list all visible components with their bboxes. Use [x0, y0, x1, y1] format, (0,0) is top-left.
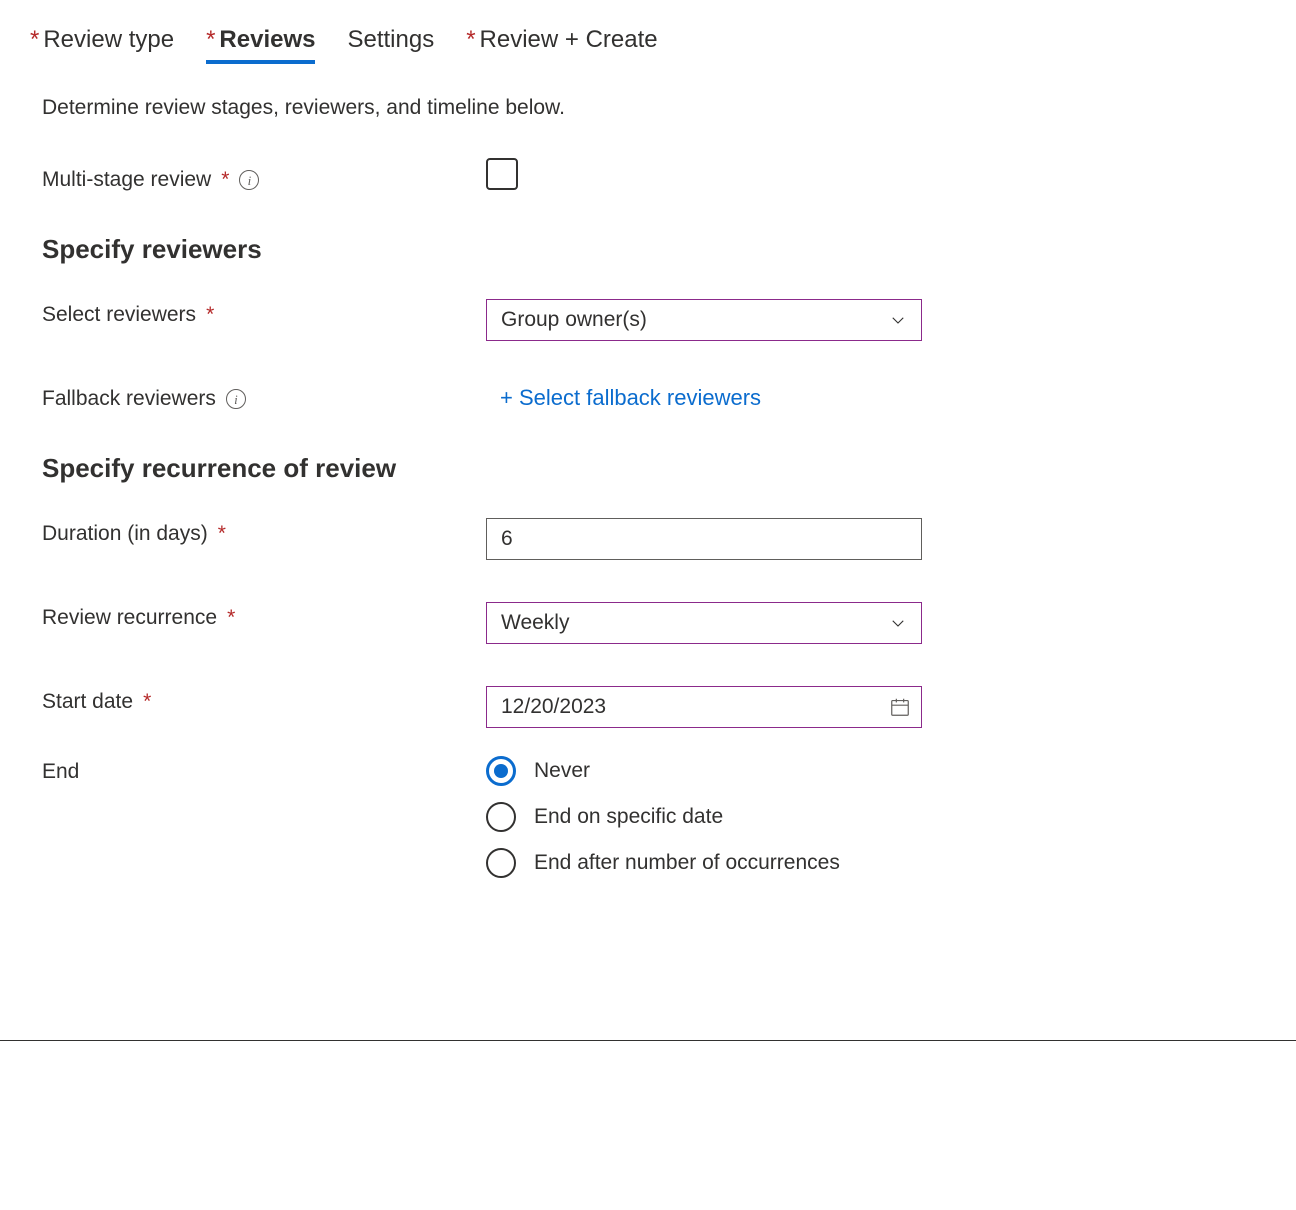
section-heading-recurrence: Specify recurrence of review — [42, 453, 1256, 484]
select-reviewers-dropdown[interactable]: Group owner(s) — [486, 299, 922, 341]
multi-stage-checkbox[interactable] — [486, 158, 518, 190]
duration-input-wrap — [486, 518, 922, 560]
radio-label: End after number of occurrences — [534, 851, 840, 875]
tab-reviews[interactable]: * Reviews — [206, 26, 315, 62]
fallback-reviewers-label: Fallback reviewers i — [42, 383, 486, 411]
page-description: Determine review stages, reviewers, and … — [42, 96, 1256, 120]
required-asterisk: * — [30, 26, 39, 54]
end-label: End — [42, 756, 486, 784]
required-asterisk: * — [206, 303, 214, 327]
radio-button-icon — [486, 848, 516, 878]
tab-label: Reviews — [219, 26, 315, 54]
required-asterisk: * — [143, 690, 151, 714]
info-icon[interactable]: i — [226, 389, 246, 409]
chevron-down-icon — [889, 311, 907, 329]
duration-label: Duration (in days) * — [42, 518, 486, 546]
required-asterisk: * — [227, 606, 235, 630]
required-asterisk: * — [466, 26, 475, 54]
recurrence-dropdown[interactable]: Weekly — [486, 602, 922, 644]
radio-end-never[interactable]: Never — [486, 756, 1256, 786]
select-reviewers-label: Select reviewers * — [42, 299, 486, 327]
select-value: Group owner(s) — [501, 308, 647, 332]
radio-button-icon — [486, 756, 516, 786]
tabs-bar: * Review type * Reviews Settings * Revie… — [30, 26, 1256, 62]
select-fallback-reviewers-link[interactable]: + Select fallback reviewers — [500, 383, 1256, 411]
tab-label: Review + Create — [480, 26, 658, 54]
radio-label: Never — [534, 759, 590, 783]
info-icon[interactable]: i — [239, 170, 259, 190]
tab-review-type[interactable]: * Review type — [30, 26, 174, 62]
tab-settings[interactable]: Settings — [347, 26, 434, 62]
radio-end-occurrences[interactable]: End after number of occurrences — [486, 848, 1256, 878]
end-radio-group: Never End on specific date End after num… — [486, 756, 1256, 878]
radio-end-specific-date[interactable]: End on specific date — [486, 802, 1256, 832]
radio-label: End on specific date — [534, 805, 723, 829]
tab-label: Settings — [347, 26, 434, 54]
start-date-input-wrap[interactable] — [486, 686, 922, 728]
start-date-input[interactable] — [501, 695, 889, 719]
section-heading-reviewers: Specify reviewers — [42, 234, 1256, 265]
required-asterisk: * — [206, 26, 215, 54]
chevron-down-icon — [889, 614, 907, 632]
radio-button-icon — [486, 802, 516, 832]
required-asterisk: * — [221, 168, 229, 192]
tab-label: Review type — [43, 26, 174, 54]
required-asterisk: * — [218, 522, 226, 546]
multi-stage-label: Multi-stage review * i — [42, 164, 486, 192]
start-date-label: Start date * — [42, 686, 486, 714]
select-value: Weekly — [501, 611, 569, 635]
recurrence-label: Review recurrence * — [42, 602, 486, 630]
calendar-icon[interactable] — [889, 696, 911, 718]
duration-input[interactable] — [501, 527, 907, 551]
tab-review-create[interactable]: * Review + Create — [466, 26, 657, 62]
